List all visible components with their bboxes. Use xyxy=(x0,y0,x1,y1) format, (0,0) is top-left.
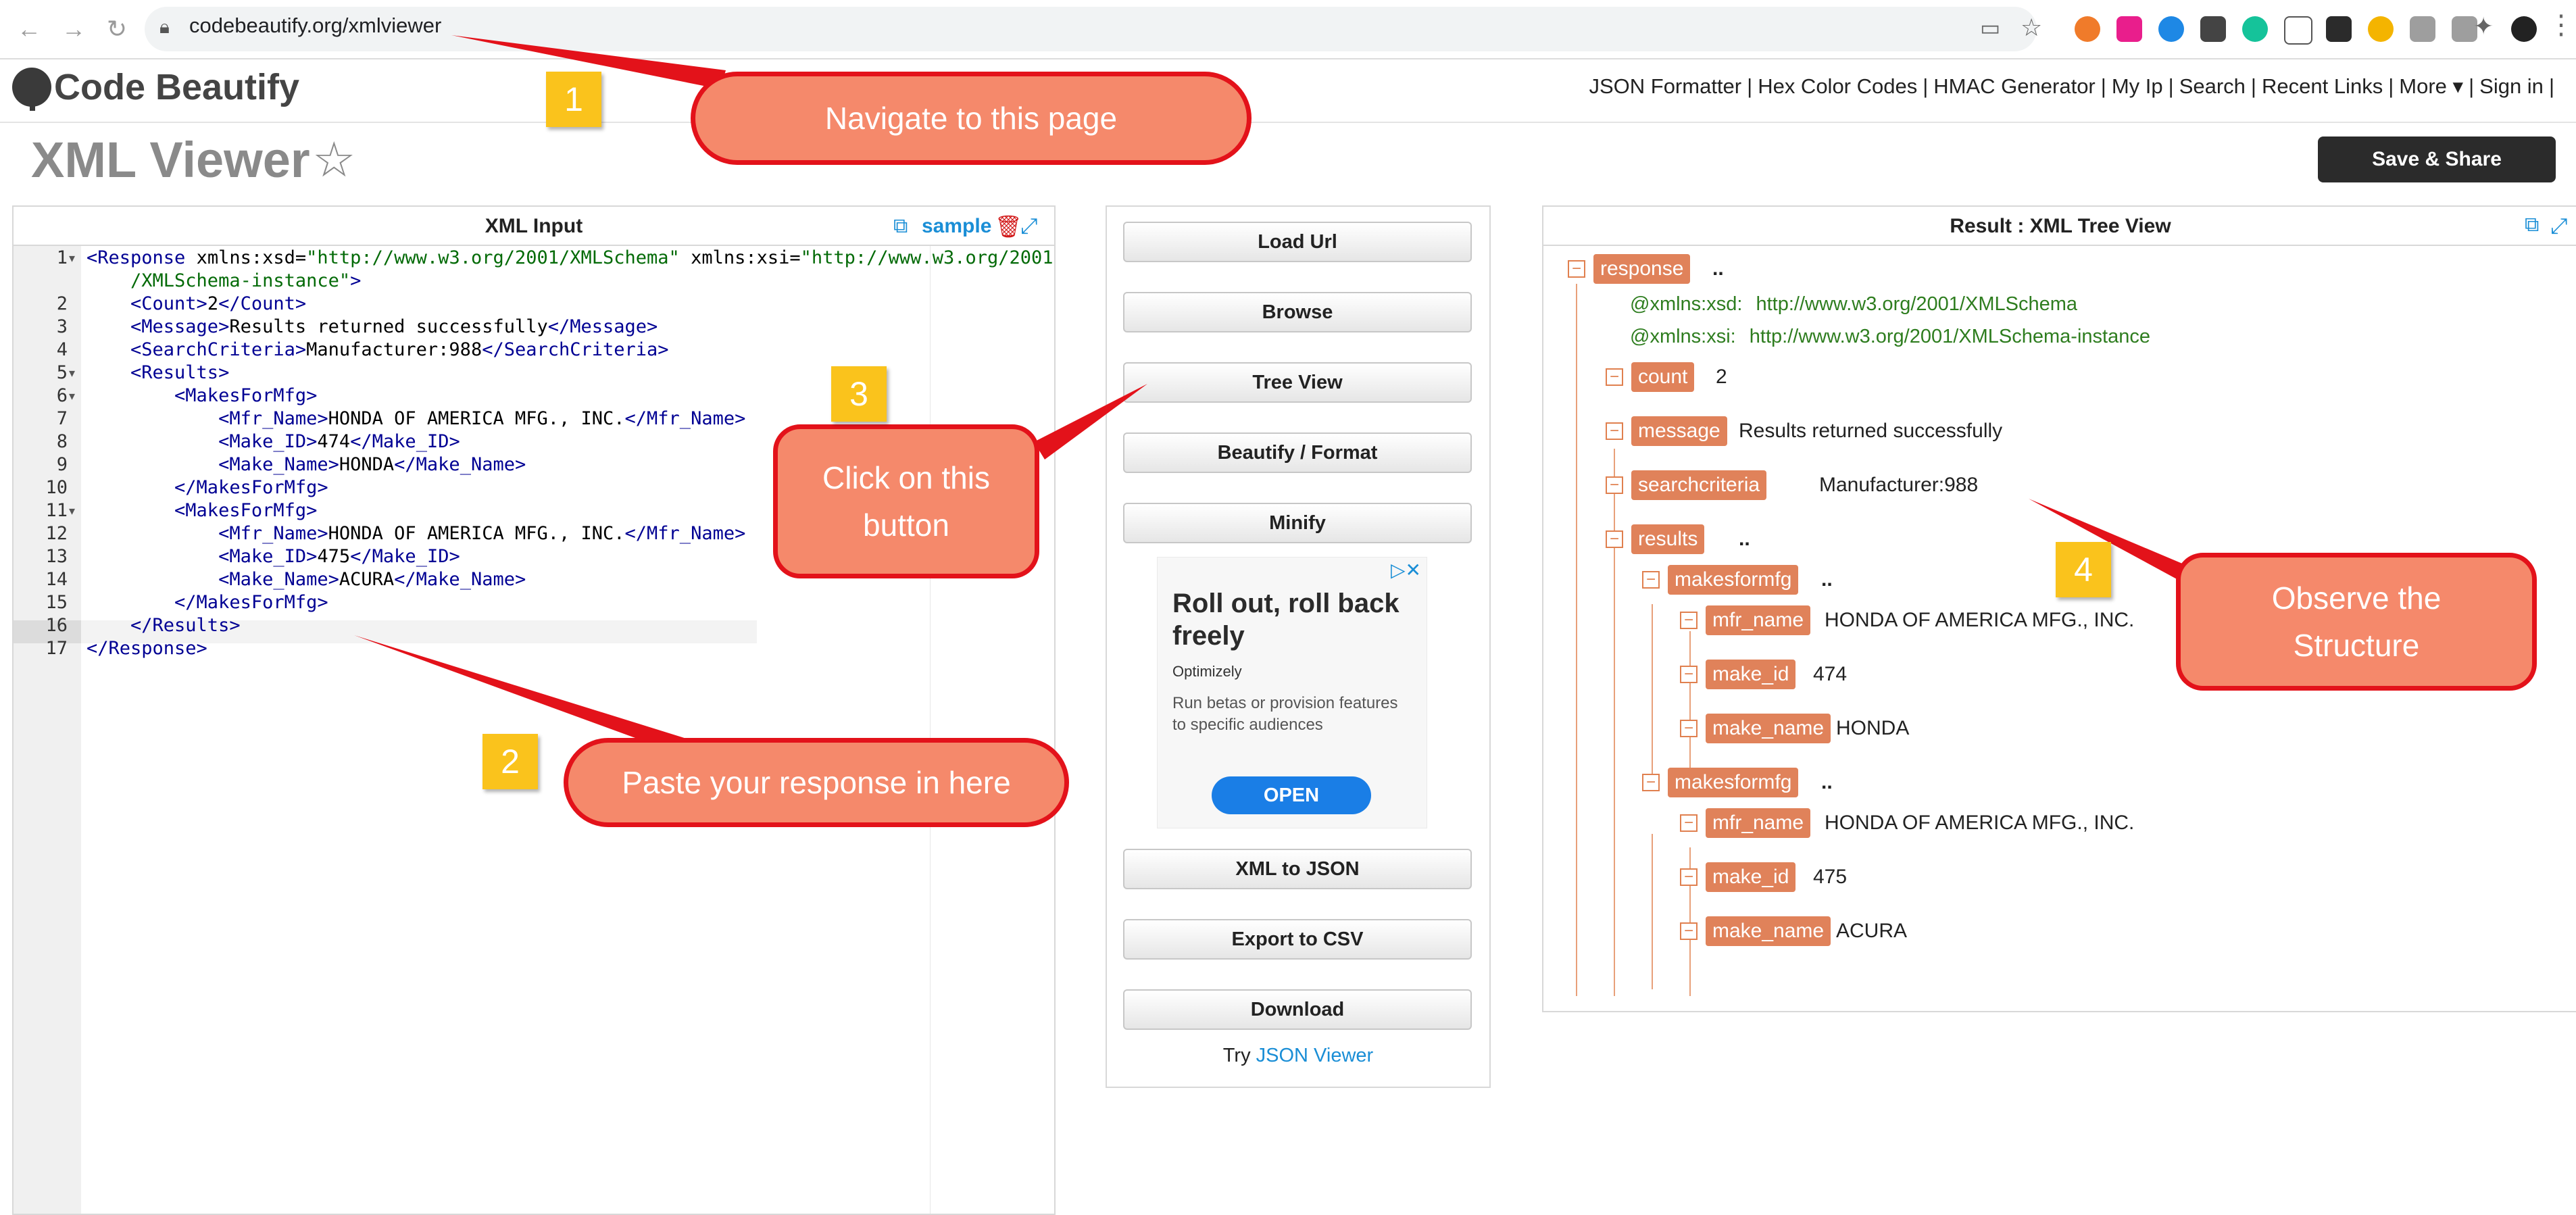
step-badge-4: 4 xyxy=(2056,542,2111,597)
callout-step-2: Paste your response in here xyxy=(564,738,1069,827)
callout-step-3: Click on this button xyxy=(773,424,1039,578)
arrow-step-3 xyxy=(1034,384,1147,460)
step-badge-1: 1 xyxy=(546,72,601,127)
step-badge-2: 2 xyxy=(482,734,538,789)
step-badge-3: 3 xyxy=(831,366,887,422)
callout-step-4: Observe the Structure xyxy=(2176,553,2537,691)
callout-step-1: Navigate to this page xyxy=(691,72,1252,165)
